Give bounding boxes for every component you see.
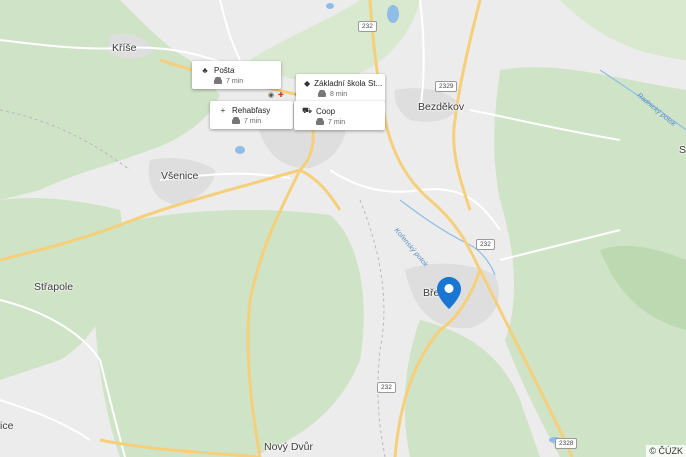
road-shield: 232 [358,21,377,32]
road-shield: 2329 [435,81,458,92]
poi-card-coop[interactable]: ⛟ Coop 7 min [294,101,385,130]
road-shield: 232 [476,239,495,250]
poi-label: Coop [316,106,336,116]
map-base-layer[interactable] [0,0,686,457]
place-label-novy-dvur: Nový Dvůr [264,441,314,453]
eye-icon: ◉ [268,92,275,99]
place-label-vsenice: Všenice [161,170,199,182]
place-label-ice: ice [0,420,14,432]
poi-travel-time: 7 min [328,119,346,126]
poi-label: Pošta [214,66,235,75]
map-pin-icon[interactable] [437,277,461,309]
place-label-bezdekov: Bezděkov [418,101,465,113]
map-view[interactable]: Kříše Všenice Střapole Bezděkov Nový Dvů… [0,0,686,457]
poi-card-rehabfasy[interactable]: + Rehabfasy 7 min [210,101,293,129]
map-attribution[interactable]: © ČÚZK [646,445,686,457]
place-label-s: S [679,144,686,156]
poi-travel-time: 8 min [330,91,348,98]
car-icon [318,90,326,97]
shopping-cart-icon: ⛟ [302,106,313,115]
poi-label: Rehabfasy [232,106,271,115]
car-icon [214,77,222,84]
post-icon: ♣ [202,66,208,75]
medical-cross-icon: + [220,106,226,115]
poi-travel-time: 7 min [226,78,244,85]
poi-label: Základní škola St... [314,79,383,88]
school-marker-icon[interactable]: ✚ [278,91,284,99]
poi-card-zakladni-skola[interactable]: ◆ Základní škola St... 8 min [296,74,385,102]
car-icon [316,118,324,125]
road-shield: 2328 [555,438,578,449]
poi-travel-time: 7 min [244,118,262,125]
school-icon: ◆ [304,79,311,88]
place-label-krise: Kříše [112,42,137,54]
poi-card-posta[interactable]: ♣ Pošta 7 min [192,61,281,89]
road-shield: 232 [377,382,396,393]
car-icon [232,117,240,124]
place-label-strapole: Střapole [34,281,74,293]
